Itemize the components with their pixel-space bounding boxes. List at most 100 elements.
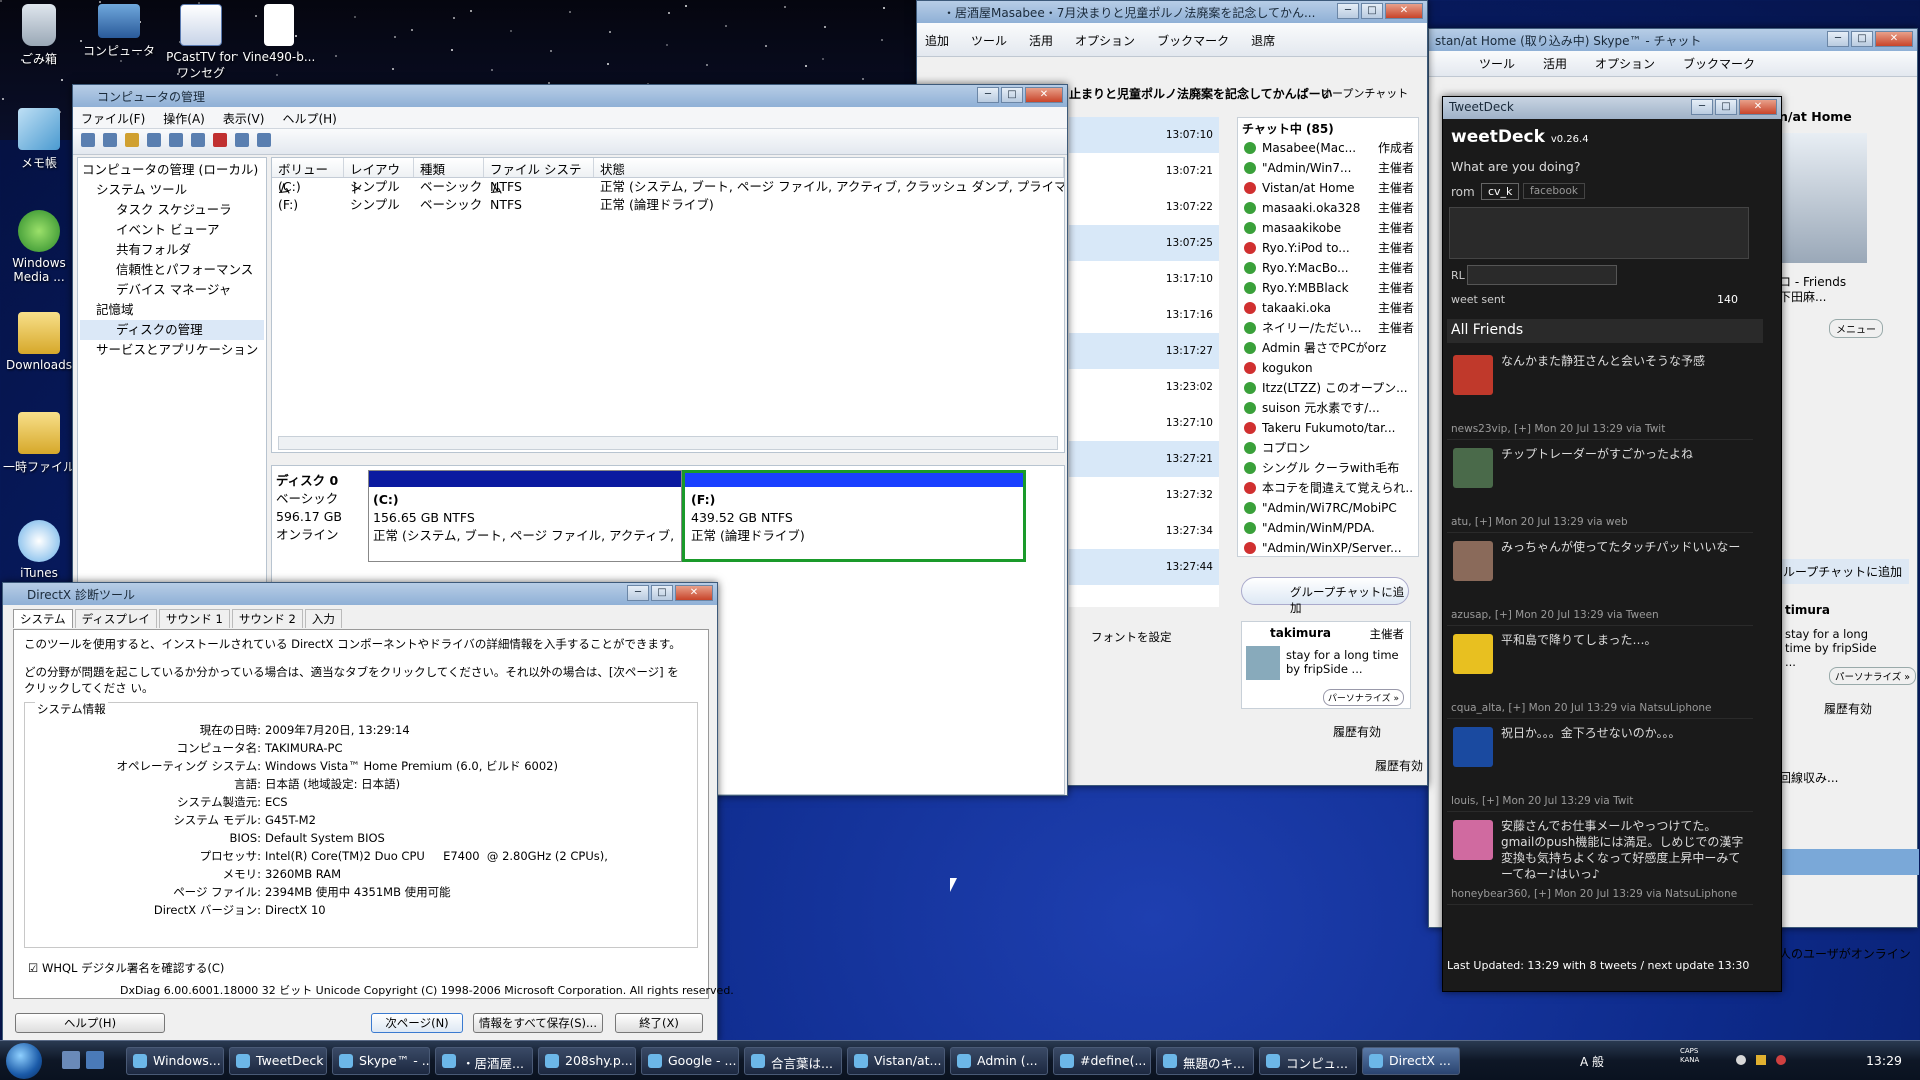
apps-menu[interactable]: 活用: [1029, 32, 1053, 52]
partition-f[interactable]: (F:) 439.52 GB NTFS 正常 (論理ドライブ): [682, 470, 1026, 562]
member-item[interactable]: masaaki.oka328 主催者: [1242, 198, 1414, 218]
partition-c[interactable]: (C:) 156.65 GB NTFS 正常 (システム, ブート, ページ フ…: [368, 470, 682, 562]
volume-icon[interactable]: [1756, 1055, 1766, 1065]
tree-item-root[interactable]: コンピュータの管理 (ローカル): [80, 160, 264, 180]
taskbar-button[interactable]: Windows...: [126, 1047, 224, 1075]
menu-view[interactable]: 表示(V): [223, 110, 265, 126]
help-icon[interactable]: [169, 133, 183, 147]
personalize-button[interactable]: パーソナライズ »: [1829, 667, 1917, 685]
taskbar-button[interactable]: コンピュ...: [1259, 1047, 1357, 1075]
taskbar-button[interactable]: Skype™ - ...: [332, 1047, 430, 1075]
col-filesystem[interactable]: ファイル システム: [484, 158, 594, 196]
whql-checkbox[interactable]: ☑ WHQL デジタル署名を確認する(C): [28, 960, 224, 976]
search-icon[interactable]: [257, 133, 271, 147]
member-item[interactable]: takaaki.oka 主催者: [1242, 298, 1414, 318]
minimize-button[interactable]: ─: [977, 87, 999, 103]
desktop-icon-itunes[interactable]: iTunes: [0, 520, 78, 580]
taskbar-button[interactable]: Vistan/at...: [847, 1047, 945, 1075]
member-item[interactable]: ネイリー/ただい... 主催者: [1242, 318, 1414, 338]
desktop-icon-computer[interactable]: コンピュータ: [80, 4, 158, 59]
member-item[interactable]: "Admin/Win7... 主催者: [1242, 158, 1414, 178]
maximize-button[interactable]: □: [1361, 3, 1383, 19]
folder-up-icon[interactable]: [125, 133, 139, 147]
properties-icon[interactable]: [191, 133, 205, 147]
personalize-button[interactable]: パーソナライズ »: [1322, 689, 1404, 706]
member-item[interactable]: Ryo.Y:iPod to... 主催者: [1242, 238, 1414, 258]
tab-system[interactable]: システム: [13, 609, 73, 628]
desktop-icon-recycle-bin[interactable]: ごみ箱: [0, 4, 78, 67]
taskbar-button[interactable]: 無題のキ...: [1156, 1047, 1254, 1075]
tweet-item[interactable]: なんかまた静狂さんと会いそうな予感 news23vip, [+] Mon 20 J…: [1447, 347, 1753, 440]
save-all-button[interactable]: 情報をすべて保存(S)...: [473, 1013, 603, 1033]
font-setting-button[interactable]: フォントを設定: [1091, 629, 1172, 645]
minimize-button[interactable]: ─: [1337, 3, 1359, 19]
close-button[interactable]: ✕: [1875, 31, 1913, 47]
delete-icon[interactable]: [213, 133, 227, 147]
taskbar-button[interactable]: TweetDeck: [229, 1047, 327, 1075]
desktop-icon-notepad[interactable]: メモ帳: [0, 108, 78, 171]
ime-indicator[interactable]: A 般: [1580, 1053, 1604, 1070]
menu-help[interactable]: ヘルプ(H): [282, 110, 336, 126]
leave-button[interactable]: 退席: [1251, 32, 1275, 52]
switch-windows-icon[interactable]: [86, 1051, 104, 1069]
member-item[interactable]: Admin 暑さでPCがorz: [1242, 338, 1414, 358]
desktop-icon-vine[interactable]: Vine490-b...: [240, 4, 318, 64]
maximize-button[interactable]: □: [1001, 87, 1023, 103]
maximize-button[interactable]: □: [651, 585, 673, 601]
minimize-button[interactable]: ─: [627, 585, 649, 601]
menu-button[interactable]: メニュー: [1829, 319, 1883, 338]
avatar[interactable]: [1453, 634, 1493, 674]
tree-item-storage[interactable]: 記憶域: [80, 300, 264, 320]
taskbar-button[interactable]: DirectX ...: [1362, 1047, 1460, 1075]
member-item[interactable]: 本コテを間違えて覚えられ...: [1242, 478, 1414, 498]
menu-file[interactable]: ファイル(F): [81, 110, 145, 126]
member-item[interactable]: Itzz(LTZZ) このオープン...: [1242, 378, 1414, 398]
member-item[interactable]: Vistan/at Home 主催者: [1242, 178, 1414, 198]
show-tree-icon[interactable]: [147, 133, 161, 147]
taskbar-button[interactable]: #define(...: [1053, 1047, 1151, 1075]
tab-sound-2[interactable]: サウンド 2: [231, 609, 303, 628]
member-item[interactable]: Ryo.Y:MBBlack 主催者: [1242, 278, 1414, 298]
desktop-icon-temp[interactable]: 一時ファイル: [0, 412, 78, 475]
options-menu[interactable]: オプション: [1075, 32, 1135, 52]
taskbar-button[interactable]: Admin (...: [950, 1047, 1048, 1075]
tree-item-event-viewer[interactable]: イベント ビューア: [80, 220, 264, 240]
tweet-item[interactable]: みっちゃんが使ってたタッチパッドいいなー azusap, [+] Mon 20 J…: [1447, 533, 1753, 626]
member-item[interactable]: suison 元水素です/...: [1242, 398, 1414, 418]
tools-menu[interactable]: ツール: [971, 32, 1007, 52]
member-item[interactable]: Ryo.Y:MacBo... 主催者: [1242, 258, 1414, 278]
add-button[interactable]: 追加: [925, 32, 949, 52]
col-layout[interactable]: レイアウト: [344, 158, 414, 196]
open-icon[interactable]: [235, 133, 249, 147]
tools-menu[interactable]: ツール: [1479, 55, 1515, 72]
table-row[interactable]: (C:) シンプル ベーシック NTFS 正常 (システム, ブート, ページ ファイル…: [272, 178, 1064, 196]
member-item[interactable]: Takeru Fukumoto/tar...: [1242, 418, 1414, 438]
add-group-button[interactable]: ループチャットに追加: [1779, 559, 1909, 584]
table-row[interactable]: (F:) シンプル ベーシック NTFS 正常 (論理ドライブ): [272, 196, 1064, 214]
bookmark-menu[interactable]: ブックマーク: [1157, 32, 1229, 52]
add-to-group-button[interactable]: グループチャットに追加: [1241, 577, 1409, 615]
minimize-button[interactable]: ─: [1691, 99, 1713, 115]
avatar[interactable]: [1453, 727, 1493, 767]
desktop-icon-pcasttv[interactable]: PCastTV for ワンセグ: [160, 4, 242, 81]
col-volume[interactable]: ボリューム: [272, 158, 344, 196]
bookmark-menu[interactable]: ブックマーク: [1683, 55, 1755, 72]
show-desktop-icon[interactable]: [62, 1051, 80, 1069]
minimize-button[interactable]: ─: [1827, 31, 1849, 47]
tweet-input[interactable]: [1449, 207, 1749, 259]
exit-button[interactable]: 終了(X): [615, 1013, 703, 1033]
tweet-item[interactable]: 安藤さんでお仕事メールやっつけてた。gmailのpush機能には満足。しめじでの…: [1447, 812, 1753, 905]
tree-item-shared-folders[interactable]: 共有フォルダ: [80, 240, 264, 260]
taskbar-button[interactable]: Google - ...: [641, 1047, 739, 1075]
member-item[interactable]: kogukon: [1242, 358, 1414, 378]
account-twitter[interactable]: cv_k: [1481, 183, 1520, 200]
taskbar-button[interactable]: ・居酒屋...: [435, 1047, 533, 1075]
options-menu[interactable]: オプション: [1595, 55, 1655, 72]
close-button[interactable]: ✕: [675, 585, 713, 601]
account-facebook[interactable]: facebook: [1523, 183, 1585, 199]
desktop-icon-downloads[interactable]: Downloads: [0, 312, 78, 372]
tree-item-device-manager[interactable]: デバイス マネージャ: [80, 280, 264, 300]
member-item[interactable]: "Admin/WinM/PDA.: [1242, 518, 1414, 538]
member-item[interactable]: "Admin/WinXP/Server...: [1242, 538, 1414, 558]
taskbar-button[interactable]: 208shy.p...: [538, 1047, 636, 1075]
